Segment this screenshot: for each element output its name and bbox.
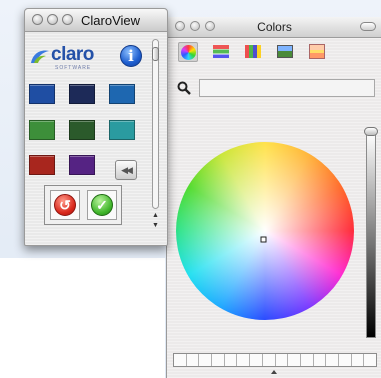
cancel-button[interactable]: ↺ bbox=[50, 190, 80, 220]
image-palettes-tab[interactable] bbox=[275, 42, 295, 62]
claroview-window-title: ClaroView bbox=[81, 13, 141, 28]
swatch-slot[interactable] bbox=[313, 354, 327, 366]
claroview-window: ClaroView claro SOFTWARE i ▲ ▼ ◀◀ ↺ ✓ bbox=[24, 8, 168, 246]
logo-text: claro bbox=[51, 44, 94, 65]
color-wheel[interactable] bbox=[175, 141, 355, 321]
wheel-crosshair[interactable] bbox=[260, 236, 267, 243]
swatch-red[interactable] bbox=[29, 155, 55, 175]
swatch-slot[interactable] bbox=[224, 354, 238, 366]
swatch-slot[interactable] bbox=[174, 354, 187, 366]
swatch-teal[interactable] bbox=[109, 120, 135, 140]
crayons-tab[interactable] bbox=[307, 42, 327, 62]
colors-titlebar[interactable]: Colors bbox=[167, 17, 381, 38]
swatch-slot[interactable] bbox=[338, 354, 352, 366]
action-buttons: ↺ ✓ bbox=[44, 185, 122, 225]
swatch-green[interactable] bbox=[29, 120, 55, 140]
color-swatch-bar bbox=[173, 353, 377, 367]
color-sliders-icon bbox=[213, 45, 229, 58]
color-sliders-tab[interactable] bbox=[211, 42, 231, 62]
swatch-slot[interactable] bbox=[212, 354, 225, 366]
toolbar-toggle-button[interactable] bbox=[360, 22, 376, 31]
swatch-slot[interactable] bbox=[186, 354, 200, 366]
minimize-button[interactable] bbox=[47, 14, 58, 25]
color-palettes-tab[interactable] bbox=[243, 42, 263, 62]
rewind-button[interactable]: ◀◀ bbox=[115, 160, 137, 180]
swatch-slot[interactable] bbox=[364, 354, 376, 366]
blank-area bbox=[0, 258, 165, 378]
swatch-purple[interactable] bbox=[69, 155, 95, 175]
image-palettes-icon bbox=[277, 45, 293, 58]
swatch-slot[interactable] bbox=[288, 354, 301, 366]
swatch-drag-handle-icon[interactable] bbox=[270, 369, 278, 375]
claroview-titlebar[interactable]: ClaroView bbox=[25, 9, 167, 32]
logo-subtext: SOFTWARE bbox=[55, 65, 92, 71]
swatch-navy[interactable] bbox=[69, 84, 95, 104]
brightness-slider[interactable] bbox=[366, 132, 376, 338]
color-palettes-icon bbox=[245, 45, 261, 58]
swatch-slot[interactable] bbox=[262, 354, 276, 366]
crayons-icon bbox=[309, 44, 325, 59]
swatch-slot[interactable] bbox=[250, 354, 263, 366]
colors-window: Colors bbox=[166, 17, 381, 378]
color-search-row bbox=[175, 79, 375, 99]
close-button[interactable] bbox=[32, 14, 43, 25]
colors-toolbar bbox=[167, 38, 381, 65]
swatch-slot[interactable] bbox=[300, 354, 314, 366]
swatch-slot[interactable] bbox=[326, 354, 339, 366]
claro-logo-icon bbox=[31, 50, 49, 63]
color-wheel-tab[interactable] bbox=[178, 42, 198, 62]
info-icon[interactable]: i bbox=[120, 45, 142, 67]
ok-button[interactable]: ✓ bbox=[87, 190, 117, 220]
swatch-slot[interactable] bbox=[351, 354, 365, 366]
brightness-slider-thumb[interactable] bbox=[364, 127, 378, 136]
swatch-slot[interactable] bbox=[275, 354, 289, 366]
undo-icon: ↺ bbox=[54, 194, 76, 216]
checkmark-icon: ✓ bbox=[91, 194, 113, 216]
colors-window-title: Colors bbox=[257, 20, 292, 34]
scroll-track[interactable] bbox=[152, 39, 159, 209]
zoom-button[interactable] bbox=[62, 14, 73, 25]
color-wheel-icon bbox=[181, 45, 196, 60]
swatch-blue[interactable] bbox=[29, 84, 55, 104]
claro-logo: claro SOFTWARE bbox=[29, 43, 107, 71]
scroll-arrows[interactable]: ▲ ▼ bbox=[150, 211, 161, 235]
search-icon bbox=[177, 81, 191, 95]
color-search-input[interactable] bbox=[199, 79, 375, 97]
swatch-steel-blue[interactable] bbox=[109, 84, 135, 104]
claroview-scrollbar[interactable]: ▲ ▼ bbox=[150, 39, 161, 235]
swatch-slot[interactable] bbox=[199, 354, 213, 366]
swatch-slot[interactable] bbox=[237, 354, 251, 366]
swatch-dark-green[interactable] bbox=[69, 120, 95, 140]
scroll-thumb[interactable] bbox=[152, 47, 159, 61]
